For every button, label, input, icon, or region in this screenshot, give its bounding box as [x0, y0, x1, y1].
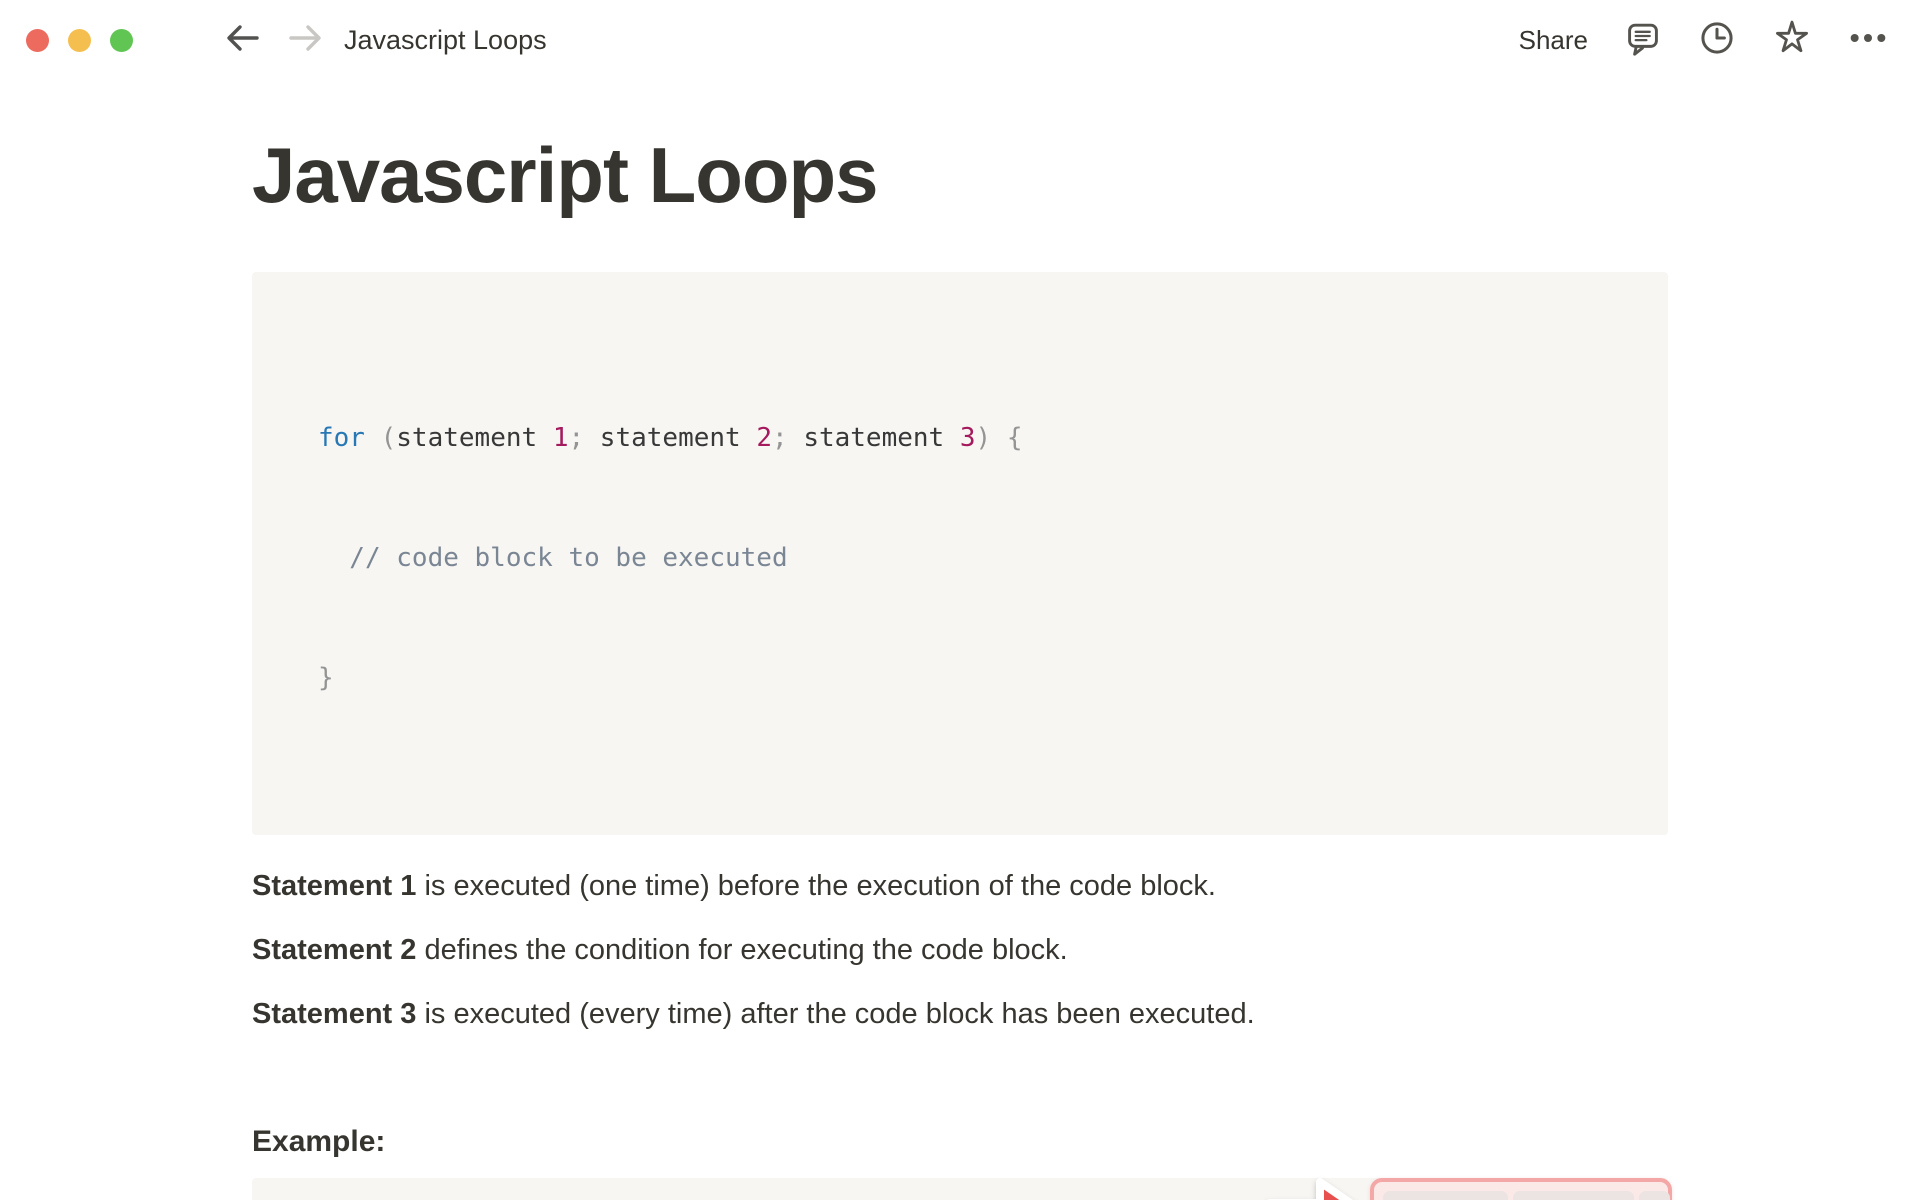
statement-1-paragraph: Statement 1 is executed (one time) befor… — [252, 868, 1668, 904]
clock-icon — [1698, 19, 1736, 62]
statement-2-paragraph: Statement 2 defines the condition for ex… — [252, 932, 1668, 968]
titlebar-page-title: Javascript Loops — [344, 25, 547, 56]
page-title: Javascript Loops — [252, 135, 1668, 215]
caption-button[interactable]: Caption — [1513, 1191, 1635, 1200]
share-button[interactable]: Share — [1519, 25, 1588, 56]
star-icon — [1772, 18, 1812, 63]
forward-arrow-icon — [286, 20, 324, 61]
example-label: Example: — [252, 1122, 1668, 1162]
code-toolbar-highlight: Copy Caption — [1370, 1178, 1672, 1200]
window-controls — [26, 29, 133, 52]
annotation-arrow-icon — [1262, 1169, 1374, 1200]
zoom-button[interactable] — [110, 29, 133, 52]
updates-button[interactable] — [1698, 19, 1736, 62]
favorite-button[interactable] — [1772, 18, 1812, 63]
comment-bubble-icon — [1624, 19, 1662, 62]
close-button[interactable] — [26, 29, 49, 52]
forward-button[interactable] — [286, 20, 324, 61]
copy-button[interactable]: Copy — [1383, 1191, 1508, 1200]
code-block-syntax: for (statement 1; statement 2; statement… — [252, 272, 1668, 835]
statement-3-paragraph: Statement 3 is executed (every time) aft… — [252, 996, 1668, 1032]
code-line: // code block to be executed — [318, 538, 1602, 578]
code-line: } — [318, 658, 1602, 698]
code-line: for (statement 1; statement 2; statement… — [318, 418, 1602, 458]
sidebar-toggle-button[interactable] — [163, 27, 200, 53]
back-button[interactable] — [224, 20, 262, 61]
minimize-button[interactable] — [68, 29, 91, 52]
back-arrow-icon — [224, 20, 262, 61]
more-options-button[interactable] — [1639, 1191, 1670, 1200]
more-button[interactable] — [1848, 19, 1888, 62]
ellipsis-icon — [1848, 19, 1888, 62]
comments-button[interactable] — [1624, 19, 1662, 62]
window-titlebar: Javascript Loops Share — [0, 0, 1920, 80]
code-block-example: JavaScript for (i = 0; i < 5; i++) { tex… — [252, 1178, 1668, 1200]
document-page: Javascript Loops for (statement 1; state… — [252, 135, 1668, 1200]
